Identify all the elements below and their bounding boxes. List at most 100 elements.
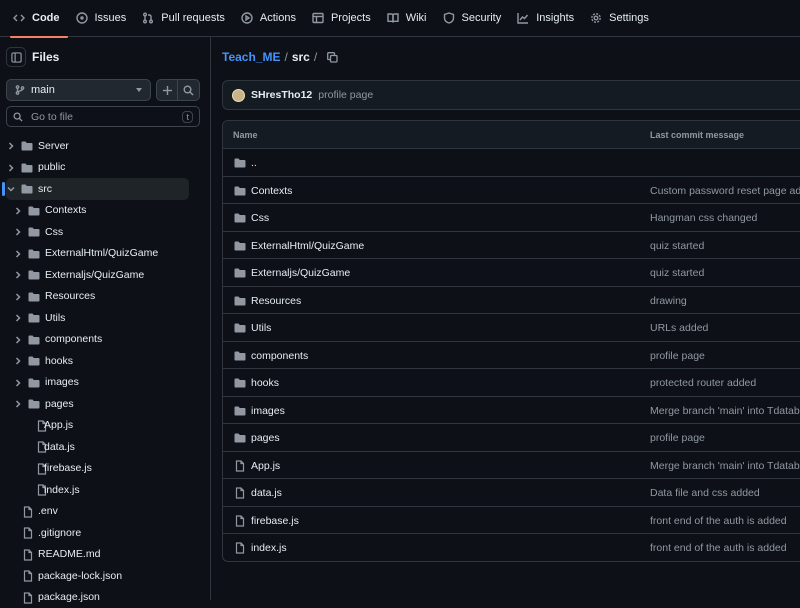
chevron-right-icon[interactable] — [14, 379, 22, 387]
row-commit-message[interactable]: Hangman css changed — [650, 212, 757, 224]
table-row[interactable]: ExternalHtml/QuizGame quiz started — [223, 232, 800, 260]
row-name-link[interactable]: Contexts — [251, 185, 292, 197]
tree-folder[interactable]: components — [0, 329, 210, 351]
table-row[interactable]: images Merge branch 'main' into Tdatabase — [223, 397, 800, 425]
table-row[interactable]: Utils URLs added — [223, 314, 800, 342]
tab-projects[interactable]: Projects — [309, 0, 379, 37]
row-commit-message[interactable]: Merge branch 'main' into Tdatabase — [650, 460, 800, 472]
tree-file[interactable]: .gitignore — [0, 522, 210, 544]
table-row[interactable]: Resources drawing — [223, 287, 800, 315]
table-row[interactable]: App.js Merge branch 'main' into Tdatabase — [223, 452, 800, 480]
commit-author[interactable]: SHresTho12 — [251, 89, 312, 101]
table-row[interactable]: components profile page — [223, 342, 800, 370]
add-file-button[interactable] — [156, 79, 178, 101]
tab-pull-requests[interactable]: Pull requests — [139, 0, 233, 37]
row-name-link[interactable]: Externaljs/QuizGame — [251, 267, 350, 279]
row-commit-message[interactable]: drawing — [650, 295, 687, 307]
row-name-link[interactable]: components — [251, 350, 308, 362]
row-commit-message[interactable]: quiz started — [650, 240, 704, 252]
row-name-link[interactable]: Css — [251, 212, 269, 224]
tree-file[interactable]: index.js — [0, 479, 210, 501]
tree-folder[interactable]: hooks — [0, 350, 210, 372]
row-name-link[interactable]: data.js — [251, 487, 282, 499]
tree-file[interactable]: package-lock.json — [0, 565, 210, 587]
row-name-link[interactable]: Resources — [251, 295, 301, 307]
tree-folder[interactable]: Contexts — [0, 200, 210, 222]
tree-file[interactable]: data.js — [0, 436, 210, 458]
chevron-right-icon[interactable] — [14, 357, 22, 365]
tree-item-label: public — [38, 161, 65, 173]
tree-folder[interactable]: public — [0, 157, 210, 179]
chevron-right-icon[interactable] — [7, 164, 15, 172]
copy-icon[interactable] — [327, 52, 338, 63]
row-commit-message[interactable]: front end of the auth is added — [650, 542, 787, 554]
tab-wiki[interactable]: Wiki — [384, 0, 435, 37]
search-files-button[interactable] — [178, 79, 200, 101]
avatar[interactable] — [232, 89, 245, 102]
row-name-link[interactable]: App.js — [251, 460, 280, 472]
tree-file[interactable]: README.md — [0, 544, 210, 566]
tree-folder[interactable]: pages — [0, 393, 210, 415]
row-commit-message[interactable]: Merge branch 'main' into Tdatabase — [650, 405, 800, 417]
tree-folder[interactable]: Resources — [0, 286, 210, 308]
tree-file[interactable]: firebase.js — [0, 458, 210, 480]
chevron-down-icon[interactable] — [7, 185, 15, 193]
tab-actions[interactable]: Actions — [238, 0, 304, 37]
chevron-right-icon[interactable] — [14, 228, 22, 236]
row-name-link[interactable]: .. — [251, 157, 257, 169]
chevron-right-icon[interactable] — [14, 336, 22, 344]
row-commit-message[interactable]: URLs added — [650, 322, 708, 334]
tree-file[interactable]: .env — [0, 501, 210, 523]
row-name-link[interactable]: firebase.js — [251, 515, 299, 527]
tree-folder[interactable]: Externaljs/QuizGame — [0, 264, 210, 286]
tab-code[interactable]: Code — [10, 0, 68, 37]
row-commit-message[interactable]: profile page — [650, 350, 705, 362]
row-commit-message[interactable]: quiz started — [650, 267, 704, 279]
row-commit-message[interactable]: Custom password reset page added — [650, 185, 800, 197]
table-row[interactable]: firebase.js front end of the auth is adde… — [223, 507, 800, 535]
row-name-link[interactable]: ExternalHtml/QuizGame — [251, 240, 364, 252]
table-row[interactable]: data.js Data file and css added — [223, 479, 800, 507]
tree-file[interactable]: package.json — [0, 587, 210, 608]
chevron-right-icon[interactable] — [14, 400, 22, 408]
table-row[interactable]: hooks protected router added — [223, 369, 800, 397]
row-commit-message[interactable]: profile page — [650, 432, 705, 444]
chevron-right-icon[interactable] — [14, 207, 22, 215]
chevron-right-icon[interactable] — [14, 314, 22, 322]
tab-security[interactable]: Security — [440, 0, 510, 37]
tree-folder[interactable]: images — [0, 372, 210, 394]
row-name-link[interactable]: images — [251, 405, 285, 417]
chevron-right-icon[interactable] — [14, 293, 22, 301]
tree-folder[interactable]: Utils — [0, 307, 210, 329]
row-name-link[interactable]: hooks — [251, 377, 279, 389]
tab-issues[interactable]: Issues — [73, 0, 135, 37]
table-row[interactable]: pages profile page — [223, 424, 800, 452]
table-row[interactable]: Contexts Custom password reset page added — [223, 177, 800, 205]
table-row[interactable]: .. — [223, 149, 800, 177]
row-commit-message[interactable]: front end of the auth is added — [650, 515, 787, 527]
chevron-right-icon[interactable] — [7, 142, 15, 150]
row-name-link[interactable]: index.js — [251, 542, 287, 554]
folder-icon — [21, 183, 33, 195]
chevron-right-icon[interactable] — [14, 250, 22, 258]
table-row[interactable]: Css Hangman css changed — [223, 204, 800, 232]
row-name-link[interactable]: Utils — [251, 322, 271, 334]
chevron-right-icon[interactable] — [14, 271, 22, 279]
tab-insights[interactable]: Insights — [514, 0, 582, 37]
tab-settings[interactable]: Settings — [587, 0, 657, 37]
tree-folder[interactable]: src — [6, 178, 189, 200]
row-commit-message[interactable]: protected router added — [650, 377, 756, 389]
commit-message[interactable]: profile page — [318, 89, 373, 101]
branch-selector[interactable]: main — [6, 79, 151, 101]
row-name-link[interactable]: pages — [251, 432, 280, 444]
row-commit-message[interactable]: Data file and css added — [650, 487, 760, 499]
tree-folder[interactable]: Css — [0, 221, 210, 243]
collapse-sidebar-button[interactable] — [6, 47, 26, 67]
go-to-file-input[interactable]: Go to file t — [6, 106, 200, 127]
tree-folder[interactable]: ExternalHtml/QuizGame — [0, 243, 210, 265]
table-row[interactable]: Externaljs/QuizGame quiz started — [223, 259, 800, 287]
breadcrumb-repo-link[interactable]: Teach_ME — [222, 50, 280, 64]
tree-folder[interactable]: Server — [0, 135, 210, 157]
table-row[interactable]: index.js front end of the auth is added — [223, 534, 800, 562]
tree-file[interactable]: App.js — [0, 415, 210, 437]
